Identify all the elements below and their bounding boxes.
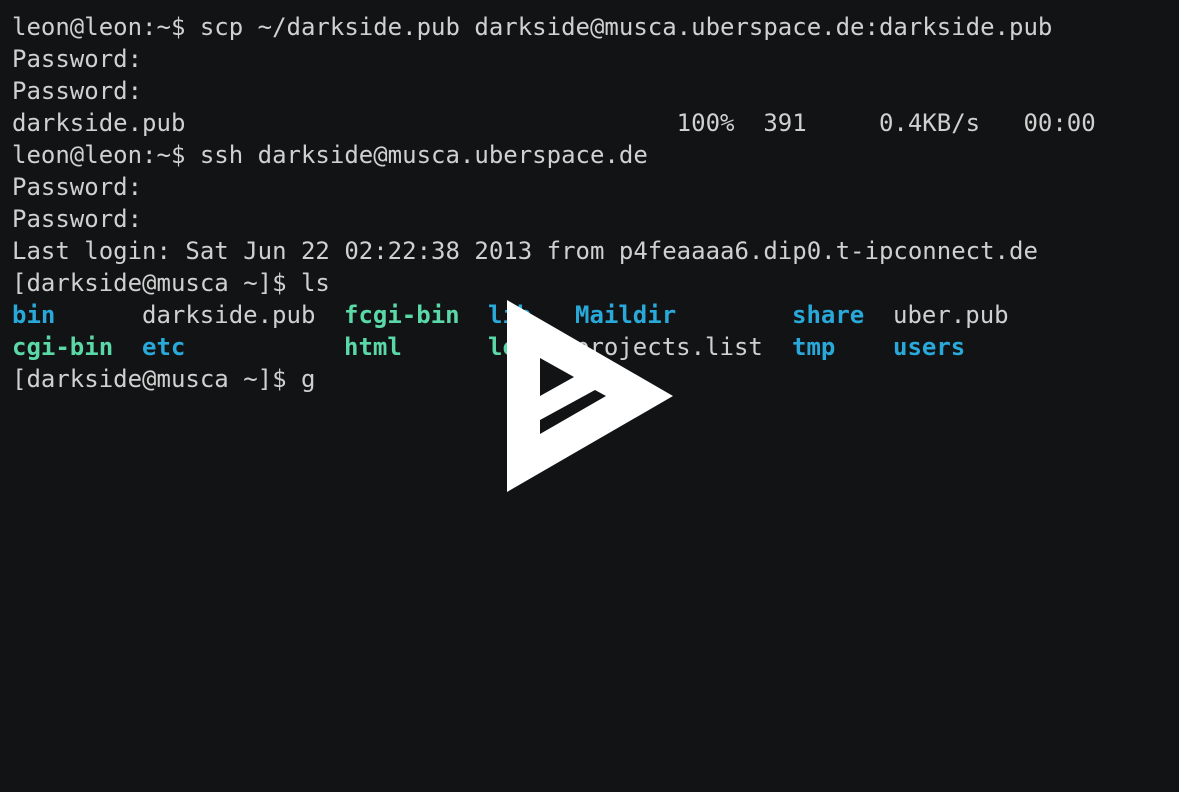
terminal-line-last-login: Last login: Sat Jun 22 02:22:38 2013 fro… (12, 237, 1038, 265)
ls-entry-directory: share (792, 301, 865, 329)
ls-entry-directory: bin (12, 301, 56, 329)
play-logo-icon (507, 300, 673, 492)
play-button[interactable] (507, 300, 673, 492)
ls-entry-directory: etc (142, 333, 186, 361)
terminal-line-password-prompt: Password: (12, 173, 143, 201)
ls-entry-file: darkside.pub (142, 301, 316, 329)
terminal-line-ssh: leon@leon:~$ ssh darkside@musca.uberspac… (12, 141, 648, 169)
ls-entry-executable-directory: fcgi-bin (344, 301, 460, 329)
ls-entry-directory: users (893, 333, 966, 361)
ls-entry-executable-directory: cgi-bin (12, 333, 114, 361)
terminal-line-scp: leon@leon:~$ scp ~/darkside.pub darkside… (12, 13, 1053, 41)
terminal-line-password-prompt: Password: (12, 77, 143, 105)
ls-entry-executable-directory: html (344, 333, 402, 361)
terminal-line-transfer-progress: darkside.pub 100% 391 0.4KB/s 00:00 (12, 109, 1096, 137)
ls-entry-directory: tmp (792, 333, 836, 361)
terminal-line-password-prompt: Password: (12, 45, 143, 73)
terminal-line-password-prompt: Password: (12, 205, 143, 233)
ls-entry-file: uber.pub (893, 301, 1009, 329)
terminal-line-ls-command: [darkside@musca ~]$ ls (12, 269, 330, 297)
terminal-screen[interactable]: leon@leon:~$ scp ~/darkside.pub darkside… (0, 0, 1179, 792)
